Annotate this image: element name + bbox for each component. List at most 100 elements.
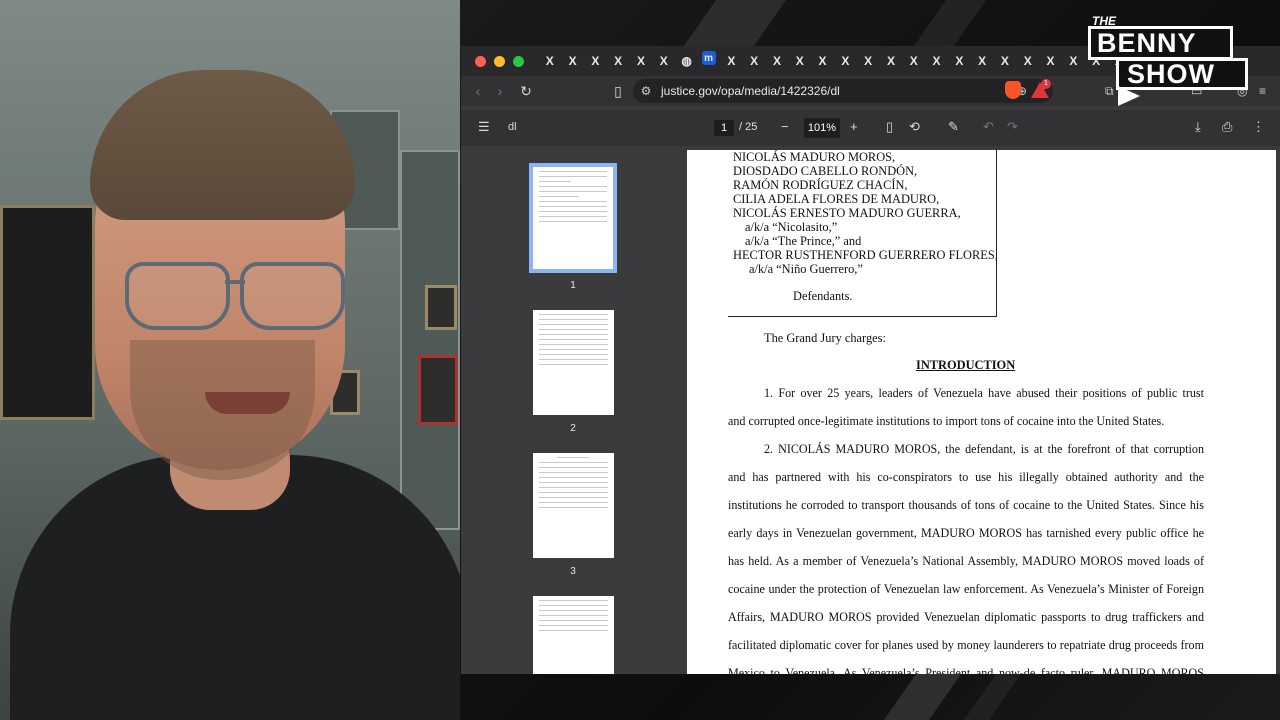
back-button[interactable]: ‹ bbox=[467, 83, 489, 99]
thumbnail-page-3[interactable] bbox=[533, 453, 614, 558]
thumbnail-label: 3 bbox=[570, 566, 576, 577]
tab-x-icon[interactable]: X bbox=[720, 51, 742, 71]
minimize-window-button[interactable] bbox=[494, 55, 505, 67]
caption-line: NICOLÁS MADURO MOROS, bbox=[733, 150, 896, 164]
picture-frame bbox=[425, 285, 457, 330]
tab-x-icon[interactable]: X bbox=[562, 51, 584, 71]
annotate-icon[interactable]: ✎ bbox=[948, 119, 959, 135]
address-bar[interactable]: ⚙ justice.gov/opa/media/1422326/dl ⊕ ⇪ bbox=[633, 79, 1053, 103]
caption-border bbox=[996, 150, 997, 316]
brave-shield-icon[interactable] bbox=[1005, 81, 1021, 99]
caption-line: RAMÓN RODRÍGUEZ CHACÍN, bbox=[733, 178, 908, 192]
picture-frame bbox=[418, 355, 458, 425]
body-line: and has partnered with his co-conspirato… bbox=[728, 470, 1204, 484]
download-icon[interactable]: ⤓ bbox=[1195, 119, 1201, 135]
thumbnail-sidebar: 1 2 3 bbox=[461, 150, 687, 674]
tab-x-icon[interactable]: X bbox=[607, 51, 629, 71]
backdrop-stripe bbox=[963, 674, 1022, 720]
play-arrow-icon bbox=[1118, 86, 1140, 106]
thumbnail-label: 2 bbox=[570, 423, 576, 434]
tab-x-icon[interactable]: X bbox=[994, 51, 1016, 71]
zoom-out-button[interactable]: − bbox=[781, 119, 789, 134]
wall-frame bbox=[0, 205, 95, 420]
tab-x-icon[interactable]: X bbox=[766, 51, 788, 71]
pdf-filename: dl bbox=[508, 121, 517, 133]
thumbnail-label: 1 bbox=[570, 280, 576, 291]
tab-x-icon[interactable]: X bbox=[834, 51, 856, 71]
tab-x-icon[interactable]: X bbox=[630, 51, 652, 71]
page-number-input[interactable]: 1 bbox=[714, 120, 734, 136]
tab-x-icon[interactable]: X bbox=[743, 51, 765, 71]
tab-x-icon[interactable]: X bbox=[971, 51, 993, 71]
tab-x-icon[interactable]: X bbox=[539, 51, 561, 71]
tab-x-icon[interactable]: X bbox=[1062, 51, 1084, 71]
print-icon[interactable]: ⎙ bbox=[1222, 119, 1232, 135]
tab-x-icon[interactable]: X bbox=[584, 51, 606, 71]
caption-line: a/k/a “Nicolasito,” bbox=[745, 220, 838, 234]
body-line: 2. NICOLÁS MADURO MOROS, the defendant, … bbox=[764, 442, 1204, 456]
close-window-button[interactable] bbox=[475, 55, 486, 67]
tab-x-icon[interactable]: X bbox=[812, 51, 834, 71]
caption-line: HECTOR RUSTHENFORD GUERRERO FLORES, bbox=[733, 248, 998, 262]
tab-x-icon[interactable]: X bbox=[926, 51, 948, 71]
thumbnail-page-2[interactable] bbox=[533, 310, 614, 415]
glasses-bridge bbox=[225, 280, 245, 284]
zoom-level-input[interactable]: 101% bbox=[804, 118, 840, 138]
thumbnail-page-1[interactable] bbox=[529, 163, 617, 273]
introduction-heading: INTRODUCTION bbox=[916, 358, 1016, 372]
caption-border bbox=[728, 316, 997, 317]
caption-line: NICOLÁS ERNESTO MADURO GUERRA, bbox=[733, 206, 961, 220]
tab-x-icon[interactable]: X bbox=[903, 51, 925, 71]
bookmark-icon[interactable]: ▯ bbox=[607, 83, 629, 100]
browser-window: XXXXXX◍mXXXXXXXXXXXXXXXXXXX ‹ › ↻ ▯ ⚙ ju… bbox=[461, 46, 1280, 674]
backdrop-stripe bbox=[683, 0, 787, 46]
tab-globe-icon[interactable]: ◍ bbox=[676, 51, 698, 71]
reload-button[interactable]: ↻ bbox=[515, 83, 537, 100]
rotate-icon[interactable]: ⟲ bbox=[909, 119, 920, 135]
caption-line: a/k/a “The Prince,” and bbox=[745, 234, 862, 248]
tab-strip: XXXXXX◍mXXXXXXXXXXXXXXXXXXX bbox=[538, 51, 1153, 71]
url-text: justice.gov/opa/media/1422326/dl bbox=[661, 84, 840, 98]
body-line: 1. For over 25 years, leaders of Venezue… bbox=[764, 386, 1204, 400]
caption-line: a/k/a “Niño Guerrero,” bbox=[749, 262, 863, 276]
sidebar-menu-icon[interactable]: ☰ bbox=[478, 119, 490, 135]
more-options-icon[interactable]: ⋮ bbox=[1252, 119, 1265, 135]
body-line: facilitated diplomatic cover for planes … bbox=[728, 638, 1204, 652]
thumbnail-page-4[interactable] bbox=[533, 596, 614, 674]
tab-x-icon[interactable]: X bbox=[789, 51, 811, 71]
body-line: Affairs, MADURO MOROS provided Venezuela… bbox=[728, 610, 1204, 624]
grand-jury-line: The Grand Jury charges: bbox=[764, 331, 886, 345]
caption-line: DIOSDADO CABELLO RONDÓN, bbox=[733, 164, 918, 178]
tab-m-icon[interactable]: m bbox=[701, 51, 716, 65]
pdf-page: NICOLÁS MADURO MOROS, DIOSDADO CABELLO RO… bbox=[687, 150, 1276, 674]
menu-icon[interactable]: ≡ bbox=[1259, 84, 1266, 98]
body-line: institutions he corroded to transport th… bbox=[728, 498, 1204, 512]
tab-x-icon[interactable]: X bbox=[1017, 51, 1039, 71]
body-line: cocaine under the protection of Venezuel… bbox=[728, 582, 1204, 596]
fit-page-icon[interactable]: ▯ bbox=[886, 119, 893, 135]
tab-x-icon[interactable]: X bbox=[1040, 51, 1062, 71]
forward-button[interactable]: › bbox=[489, 83, 511, 99]
redo-icon[interactable]: ↷ bbox=[1007, 119, 1018, 135]
zoom-in-button[interactable]: + bbox=[850, 119, 858, 134]
undo-icon[interactable]: ↶ bbox=[983, 119, 994, 135]
video-frame: XXXXXX◍mXXXXXXXXXXXXXXXXXXX ‹ › ↻ ▯ ⚙ ju… bbox=[0, 0, 1280, 720]
body-line: early days in Venezuelan government, MAD… bbox=[728, 526, 1204, 540]
tab-x-icon[interactable]: X bbox=[653, 51, 675, 71]
person-mouth bbox=[205, 392, 290, 414]
body-line: and corrupted once-legitimate institutio… bbox=[728, 414, 1165, 428]
glasses-right-lens bbox=[240, 262, 345, 330]
zoom-window-button[interactable] bbox=[513, 55, 524, 67]
rewards-badge: 1 bbox=[1041, 79, 1051, 89]
benny-show-logo: THE BENNY SHOW bbox=[1088, 14, 1248, 106]
tab-x-icon[interactable]: X bbox=[948, 51, 970, 71]
shelf bbox=[400, 150, 460, 530]
caption-line: CILIA ADELA FLORES DE MADURO, bbox=[733, 192, 940, 206]
defendants-label: Defendants. bbox=[793, 289, 853, 303]
body-line: Mexico to Venezuela. As Venezuela’s Pres… bbox=[728, 666, 1204, 674]
site-info-icon[interactable]: ⚙ bbox=[639, 84, 653, 98]
backdrop-stripe bbox=[913, 0, 987, 46]
tab-x-icon[interactable]: X bbox=[857, 51, 879, 71]
pdf-toolbar: ☰ dl 1 / 25 − 101% + ▯ ⟲ ✎ ↶ ↷ ⤓ ⎙ ⋮ bbox=[461, 110, 1280, 146]
tab-x-icon[interactable]: X bbox=[880, 51, 902, 71]
